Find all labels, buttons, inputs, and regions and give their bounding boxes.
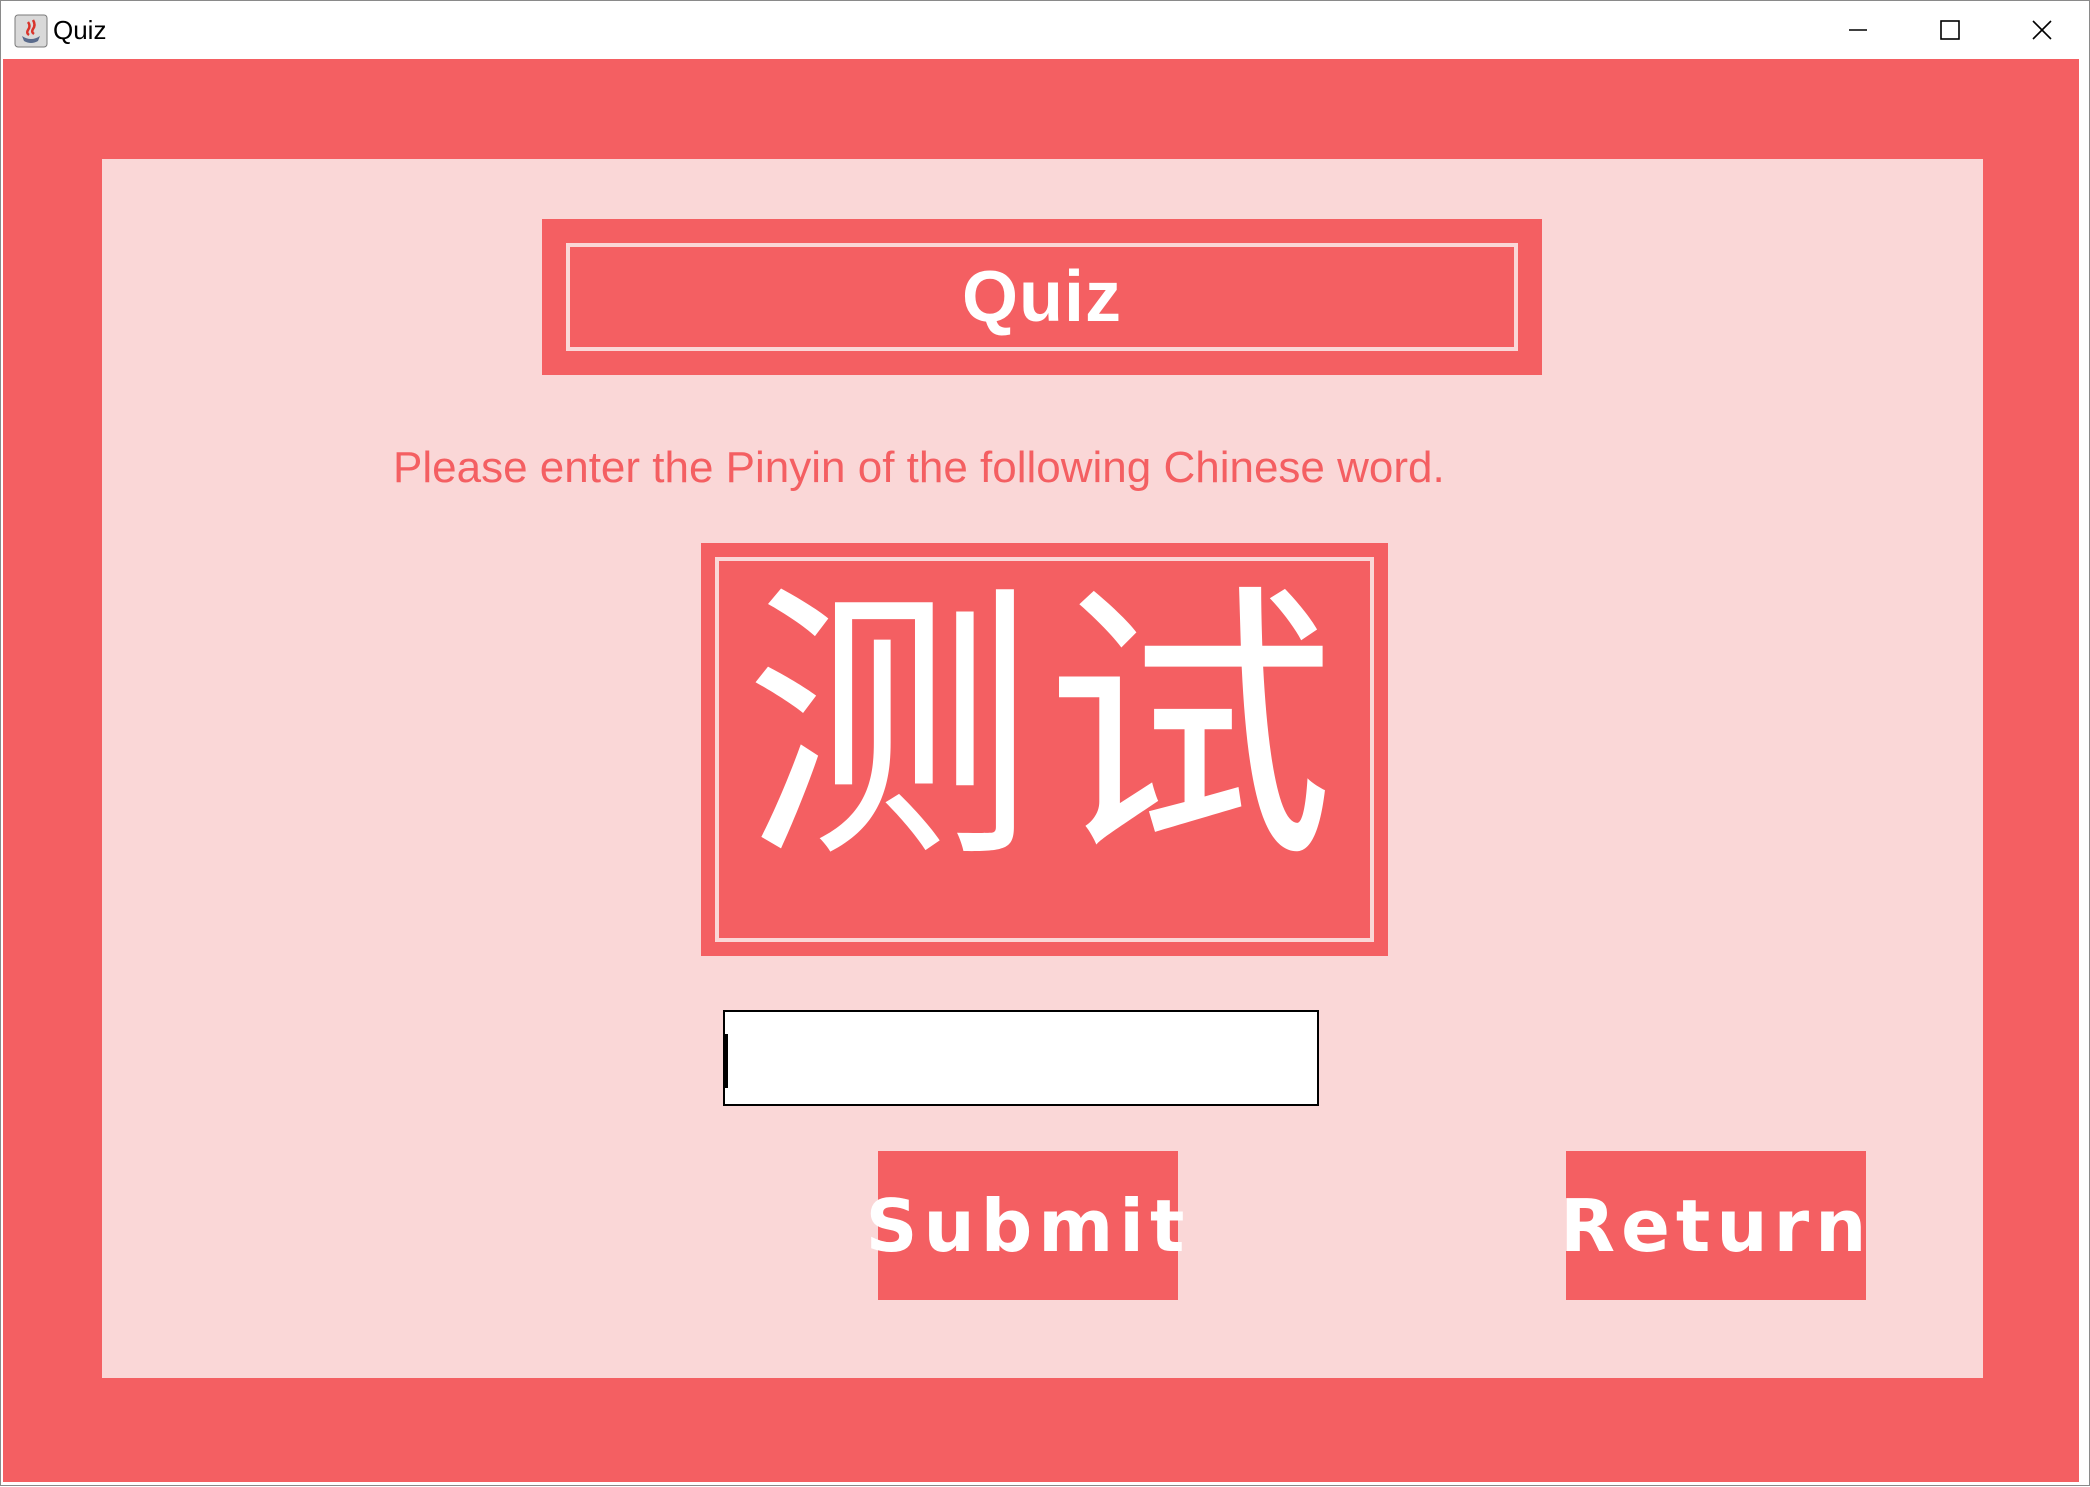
quiz-window: Quiz Quiz Please enter the Pinyin of the…	[0, 0, 2090, 1486]
minimize-icon	[1849, 29, 1867, 31]
minimize-button[interactable]	[1812, 1, 1904, 59]
quiz-heading-box: Quiz	[542, 219, 1542, 375]
return-label: Return	[1559, 1183, 1873, 1268]
quiz-frame: Quiz Please enter the Pinyin of the foll…	[3, 59, 2079, 1482]
chinese-word-box: 测试	[701, 543, 1388, 956]
quiz-heading: Quiz	[962, 257, 1122, 337]
java-coffee-cup-icon	[14, 14, 48, 48]
maximize-icon	[1940, 20, 1960, 40]
submit-button[interactable]: Submit	[866, 1151, 1184, 1300]
return-button[interactable]: Return	[1560, 1151, 1866, 1300]
text-caret	[725, 1034, 728, 1088]
submit-label: Submit	[865, 1183, 1191, 1268]
close-button[interactable]	[1996, 1, 2088, 59]
chinese-word-border: 测试	[715, 557, 1374, 942]
instruction-text: Please enter the Pinyin of the following…	[393, 443, 1445, 492]
chinese-word: 测试	[744, 560, 1345, 898]
close-icon	[2032, 20, 2052, 40]
title-bar[interactable]: Quiz	[1, 1, 2089, 59]
quiz-panel: Quiz Please enter the Pinyin of the foll…	[102, 159, 1983, 1378]
window-title: Quiz	[53, 15, 107, 45]
quiz-heading-border: Quiz	[566, 243, 1518, 351]
pinyin-answer-input[interactable]	[723, 1010, 1319, 1106]
maximize-button[interactable]	[1904, 1, 1996, 59]
